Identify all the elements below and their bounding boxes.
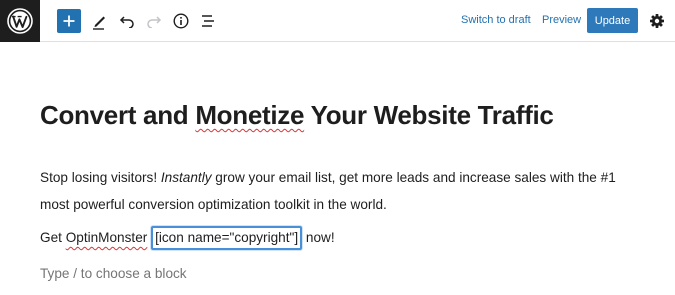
undo-button[interactable] bbox=[115, 9, 139, 33]
info-icon bbox=[173, 13, 189, 29]
paragraph-block-intro[interactable]: Stop losing visitors! Instantly grow you… bbox=[40, 164, 640, 218]
update-label: Update bbox=[594, 14, 631, 27]
title-misspelled-word: Monetize bbox=[195, 100, 305, 130]
redo-icon bbox=[147, 16, 162, 28]
undo-icon bbox=[119, 16, 134, 28]
list-view-icon bbox=[202, 15, 214, 27]
wordpress-icon bbox=[7, 8, 33, 34]
tools-button[interactable] bbox=[87, 9, 111, 33]
title-text-end: Your Website Traffic bbox=[304, 100, 554, 130]
cta-brand-name: OptinMonster bbox=[65, 230, 148, 245]
add-block-button[interactable] bbox=[57, 9, 81, 33]
settings-gear-icon bbox=[650, 14, 664, 28]
title-text-start: Convert and bbox=[40, 100, 196, 130]
update-button[interactable]: Update bbox=[587, 8, 638, 33]
editor-toolbar: Switch to draft Preview Update bbox=[0, 0, 675, 42]
plus-icon bbox=[63, 15, 75, 27]
paragraph-block-cta[interactable]: Get OptinMonster [icon name="copyright"]… bbox=[40, 224, 640, 251]
intro-text-start: Stop losing visitors! bbox=[40, 170, 161, 185]
switch-to-draft-button[interactable]: Switch to draft bbox=[461, 13, 531, 27]
block-inserter-placeholder[interactable]: Type / to choose a block bbox=[40, 262, 187, 286]
post-title[interactable]: Convert and Monetize Your Website Traffi… bbox=[40, 99, 554, 131]
redo-button[interactable] bbox=[142, 9, 166, 33]
cta-text-start: Get bbox=[40, 230, 66, 245]
list-view-button[interactable] bbox=[196, 9, 220, 33]
wordpress-logo[interactable] bbox=[0, 0, 40, 42]
cta-text-end: now! bbox=[302, 230, 335, 245]
settings-button[interactable] bbox=[645, 9, 669, 33]
shortcode-highlight[interactable]: [icon name="copyright"] bbox=[151, 226, 303, 250]
pencil-icon bbox=[93, 16, 105, 30]
preview-button[interactable]: Preview bbox=[542, 13, 581, 27]
intro-italic-text: Instantly bbox=[160, 170, 212, 185]
details-button[interactable] bbox=[169, 9, 193, 33]
